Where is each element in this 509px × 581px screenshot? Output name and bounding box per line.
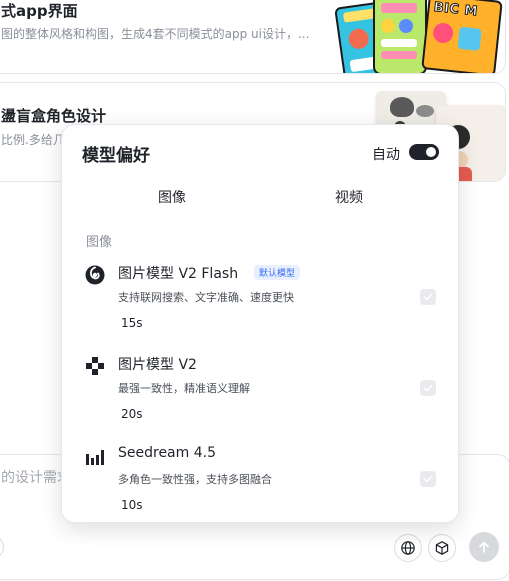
check-icon bbox=[423, 293, 433, 301]
arrow-up-icon bbox=[479, 541, 489, 553]
template-card-app-ui[interactable]: 式app界面 图的整体风格和构图，生成4套不同模式的app ui设计，... B… bbox=[0, 0, 506, 74]
swirl-logo-icon bbox=[85, 265, 105, 285]
model-checkbox[interactable] bbox=[420, 471, 436, 487]
check-icon bbox=[423, 384, 433, 392]
auto-toggle[interactable] bbox=[409, 144, 439, 160]
thumbnail-text: BIC M bbox=[432, 0, 479, 20]
template-card-title: 盪盲盒角色设计 bbox=[1, 107, 107, 125]
send-button[interactable] bbox=[469, 532, 499, 562]
model-checkbox[interactable] bbox=[420, 289, 436, 305]
model-checkbox[interactable] bbox=[420, 380, 436, 396]
model-time: 10s bbox=[121, 498, 143, 512]
model-name: 图片模型 V2 bbox=[118, 357, 197, 373]
model-option-v2[interactable]: 图片模型 V2 最强一致性，精准语义理解 20s bbox=[84, 352, 444, 432]
check-icon bbox=[423, 475, 433, 483]
model-preference-popover: 模型偏好 自动 图像 视频 图像 图片模型 V2 Flash 默认模型 支持联网… bbox=[61, 124, 459, 523]
model-time: 20s bbox=[121, 407, 143, 421]
tab-video[interactable]: 视频 bbox=[335, 187, 363, 207]
model-select-button[interactable] bbox=[428, 534, 456, 562]
auto-label: 自动 bbox=[372, 147, 400, 163]
template-card-desc: 图的整体风格和构图，生成4套不同模式的app ui设计，... bbox=[1, 27, 310, 41]
pixel-diamond-icon bbox=[86, 357, 104, 375]
model-desc: 最强一致性，精准语义理解 bbox=[118, 382, 250, 395]
model-option-v2-flash[interactable]: 图片模型 V2 Flash 默认模型 支持联网搜索、文字准确、速度更快 15s bbox=[84, 261, 444, 341]
cube-icon bbox=[435, 541, 449, 555]
model-name: Seedream 4.5 bbox=[118, 445, 216, 461]
popover-title: 模型偏好 bbox=[82, 146, 150, 166]
section-label-image: 图像 bbox=[86, 235, 113, 250]
model-desc: 支持联网搜索、文字准确、速度更快 bbox=[118, 291, 294, 304]
toggle-knob bbox=[426, 147, 436, 157]
template-card-title: 式app界面 bbox=[1, 2, 78, 20]
model-option-seedream[interactable]: Seedream 4.5 多角色一致性强，支持多图融合 10s bbox=[84, 443, 444, 523]
model-time: 15s bbox=[121, 316, 143, 330]
model-name: 图片模型 V2 Flash bbox=[118, 266, 239, 282]
model-desc: 多角色一致性强，支持多图融合 bbox=[118, 473, 272, 486]
default-model-badge: 默认模型 bbox=[254, 265, 301, 280]
template-thumbnail bbox=[373, 0, 427, 73]
bars-logo-icon bbox=[86, 450, 104, 465]
template-card-desc: 比例.多给几 bbox=[1, 133, 65, 147]
template-thumbnail: BIC M bbox=[421, 0, 503, 73]
globe-icon bbox=[401, 541, 415, 555]
tab-image[interactable]: 图像 bbox=[158, 187, 186, 207]
web-search-button[interactable] bbox=[394, 534, 422, 562]
screen: 式app界面 图的整体风格和构图，生成4套不同模式的app ui设计，... B… bbox=[0, 0, 509, 581]
